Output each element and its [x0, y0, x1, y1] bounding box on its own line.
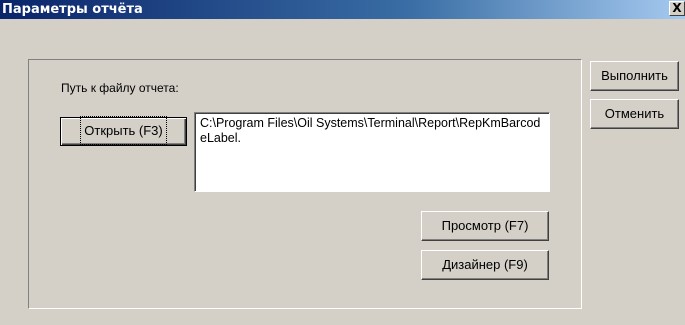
path-label: Путь к файлу отчета: [61, 81, 179, 95]
cancel-button-label: Отменить [604, 106, 665, 121]
cancel-button[interactable]: Отменить [590, 99, 679, 129]
execute-button-label: Выполнить [601, 68, 668, 83]
title-bar[interactable]: Параметры отчёта X [0, 0, 685, 19]
execute-button[interactable]: Выполнить [590, 61, 679, 91]
designer-button[interactable]: Дизайнер (F9) [421, 250, 549, 280]
close-icon: X [672, 1, 682, 15]
designer-button-label: Дизайнер (F9) [442, 257, 528, 272]
close-button[interactable]: X [669, 1, 685, 16]
preview-button-label: Просмотр (F7) [441, 218, 529, 233]
report-path-field[interactable]: C:\Program Files\Oil Systems\Terminal\Re… [194, 112, 550, 192]
preview-button[interactable]: Просмотр (F7) [421, 211, 549, 241]
window-title: Параметры отчёта [2, 2, 143, 17]
open-button[interactable]: Открыть (F3) [60, 116, 187, 146]
open-button-label: Открыть (F3) [80, 116, 167, 145]
